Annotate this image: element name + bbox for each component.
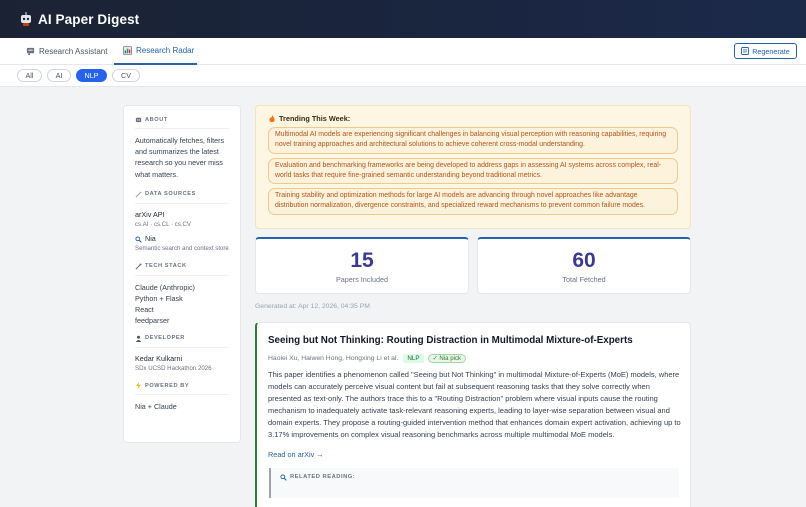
paper-authors: Haolei Xu, Haiwen Hong, Hongxing Li et a… (268, 355, 399, 362)
developer-name: Kedar Kulkarni (135, 353, 183, 363)
paper-meta: Haolei Xu, Haiwen Hong, Hongxing Li et a… (268, 354, 679, 363)
stat-value: 60 (572, 249, 596, 272)
refresh-icon (741, 47, 750, 55)
chat-icon (26, 47, 35, 56)
person-icon (135, 335, 142, 342)
source-nia-sub: Semantic search and context store (135, 245, 229, 253)
source-arxiv: arXiv API (135, 209, 165, 219)
related-reading-heading: RELATED READING: (280, 474, 670, 481)
tech-item: Python + Flask (135, 294, 183, 304)
tab-research-assistant[interactable]: Research Assistant (26, 38, 107, 65)
trend-item: Multimodal AI models are experiencing si… (268, 127, 678, 154)
stat-papers-included: 15 Papers Included (255, 237, 469, 294)
trending-heading: Trending This Week: (268, 114, 678, 123)
stat-label: Total Fetched (562, 275, 606, 284)
source-arxiv-sub: cs.AI · cs.CL · cs.CV (135, 220, 191, 228)
tech-item: Claude (Anthropic) (135, 282, 195, 292)
robot-icon (135, 117, 142, 123)
tab-research-radar[interactable]: Research Radar (114, 38, 197, 65)
tech-item: React (135, 305, 154, 315)
read-on-arxiv-link[interactable]: Read on arXiv → (268, 450, 679, 459)
about-heading: ABOUT (135, 116, 229, 129)
robot-icon (21, 12, 31, 26)
filter-cv[interactable]: CV (112, 69, 140, 82)
app-title: AI Paper Digest (38, 11, 140, 27)
related-reading: RELATED READING: (269, 467, 679, 498)
tech-item: feedparser (135, 316, 170, 326)
nia-pick-badge: ✓ Nia pick (427, 354, 467, 363)
generated-timestamp: Generated at: Apr 12, 2026, 04:35 PM (255, 303, 370, 310)
paper-title[interactable]: Seeing but Not Thinking: Routing Distrac… (268, 335, 679, 347)
tools-icon (135, 263, 142, 270)
category-filter-bar: All AI NLP CV (0, 65, 806, 87)
stat-value: 15 (350, 249, 374, 272)
powered-by-heading: POWERED BY (135, 382, 229, 396)
trend-item: Training stability and optimization meth… (268, 188, 678, 215)
regenerate-button[interactable]: Regenerate (734, 43, 797, 59)
developer-heading: DEVELOPER (135, 335, 229, 348)
developer-sub: SDx UCSD Hackathon 2026 (135, 364, 212, 372)
info-sidebar: ABOUT Automatically fetches, filters and… (123, 105, 241, 443)
trend-item: Evaluation and benchmarking frameworks a… (268, 157, 678, 185)
app-header: AI Paper Digest (0, 0, 806, 38)
link-icon (135, 191, 142, 198)
chart-icon (123, 46, 132, 55)
paper-card: Seeing but Not Thinking: Routing Distrac… (255, 322, 691, 507)
stat-total-fetched: 60 Total Fetched (477, 237, 691, 294)
magnifier-icon (135, 236, 142, 243)
tab-label: Research Assistant (39, 47, 108, 56)
about-text: Automatically fetches, filters and summa… (135, 136, 225, 179)
trending-panel: Trending This Week: Multimodal AI models… (255, 105, 691, 229)
category-badge: NLP (403, 354, 424, 363)
powered-by-text: Nia + Claude (135, 402, 177, 412)
filter-all[interactable]: All (17, 69, 42, 82)
lightning-icon (136, 382, 141, 390)
data-sources-heading: DATA SOURCES (135, 191, 229, 204)
stat-label: Papers Included (336, 275, 388, 284)
magnifier-icon (280, 474, 287, 481)
paper-abstract: This paper identifies a phenomenon calle… (268, 370, 681, 440)
tab-label: Research Radar (136, 46, 195, 55)
regenerate-label: Regenerate (752, 46, 790, 56)
nav-bar: Research Assistant Research Radar Regene… (0, 38, 806, 65)
tech-stack-heading: TECH STACK (135, 263, 229, 276)
source-nia: Nia (135, 234, 229, 244)
filter-nlp[interactable]: NLP (76, 69, 107, 82)
filter-ai[interactable]: AI (47, 69, 71, 82)
fire-icon (269, 114, 275, 122)
